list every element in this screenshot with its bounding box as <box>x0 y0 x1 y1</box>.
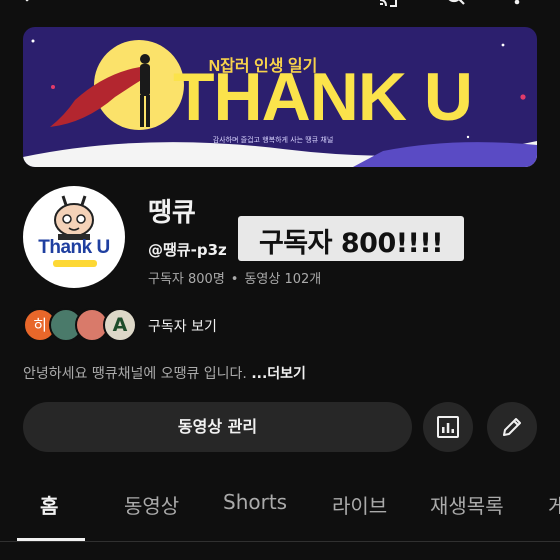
channel-stats: 구독자 800명 • 동영상 102개 <box>148 268 321 287</box>
banner-title: THANK U <box>173 59 473 135</box>
channel-tabs: 홈 동영상 Shorts 라이브 재생목록 게 <box>0 490 560 540</box>
tab-playlists[interactable]: 재생목록 <box>430 490 504 519</box>
banner-tagline: 감사하며 즐겁고 행복하게 사는 땡큐 채널 <box>212 136 334 144</box>
subscriber-milestone-text: 구독자 800!!!! <box>258 228 444 259</box>
channel-handle: @땡큐-p3z <box>148 241 227 259</box>
top-app-bar <box>0 0 560 14</box>
channel-banner[interactable]: N잡러 인생 일기 THANK U 감사하며 즐겁고 행복하게 사는 땡큐 채널 <box>23 27 537 167</box>
edit-channel-button[interactable] <box>487 402 537 452</box>
analytics-button[interactable] <box>423 402 473 452</box>
video-count: 동영상 102개 <box>244 272 322 287</box>
subscriber-avatars[interactable]: 히 A <box>23 308 143 342</box>
avatar-logo-text: Thank U <box>38 237 110 258</box>
cast-icon[interactable] <box>378 0 402 10</box>
subscriber-count: 구독자 800명 <box>148 272 225 287</box>
tabs-divider <box>0 541 560 542</box>
search-icon[interactable] <box>444 0 468 10</box>
pencil-icon <box>503 418 521 436</box>
subscriber-milestone-overlay: 구독자 800!!!! <box>238 216 464 261</box>
view-subscribers-link[interactable]: 구독자 보기 <box>148 316 217 336</box>
tab-community[interactable]: 게 <box>548 490 560 519</box>
tab-home[interactable]: 홈 <box>40 490 58 519</box>
channel-name: 땡큐 <box>148 198 196 228</box>
tab-shorts[interactable]: Shorts <box>223 490 287 514</box>
avatar-ribbon <box>53 260 97 267</box>
analytics-icon <box>437 416 459 438</box>
more-link[interactable]: ...더보기 <box>251 366 306 382</box>
back-arrow-icon[interactable] <box>22 0 42 10</box>
more-vert-icon[interactable] <box>512 0 522 10</box>
tab-videos[interactable]: 동영상 <box>124 490 179 519</box>
channel-avatar[interactable]: Thank U <box>23 186 125 288</box>
description-text: 안녕하세요 땡큐채널에 오땡큐 입니다. <box>23 366 252 382</box>
tab-live[interactable]: 라이브 <box>332 490 387 519</box>
subscriber-avatar: A <box>103 308 137 342</box>
manage-videos-button[interactable]: 동영상 관리 <box>23 402 412 452</box>
channel-description[interactable]: 안녕하세요 땡큐채널에 오땡큐 입니다. ...더보기 <box>23 363 306 383</box>
stats-separator: • <box>230 272 239 287</box>
